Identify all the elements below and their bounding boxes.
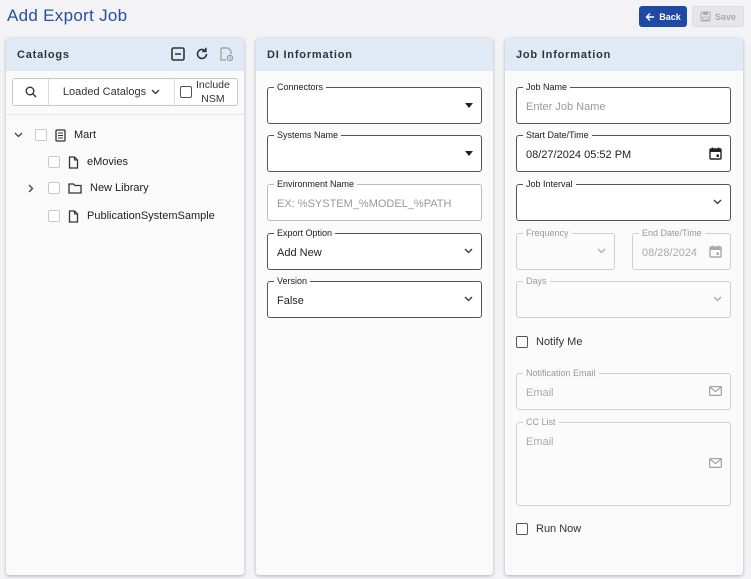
tree-checkbox[interactable]: [48, 210, 60, 222]
tree-item-label: New Library: [90, 182, 149, 194]
loaded-catalogs-label: Loaded Catalogs: [62, 86, 147, 98]
end-datetime-value: 08/28/2024: [642, 247, 698, 259]
frequency-select[interactable]: Frequency: [516, 227, 615, 270]
run-now-checkbox[interactable]: [516, 523, 528, 535]
chevron-down-icon: [464, 248, 473, 254]
loaded-catalogs-dropdown[interactable]: Loaded Catalogs: [49, 79, 175, 105]
calendar-icon[interactable]: [709, 147, 722, 160]
file-icon: [68, 209, 79, 223]
tree-item-publication-system-sample[interactable]: PublicationSystemSample: [48, 208, 215, 224]
run-now-label: Run Now: [536, 523, 582, 535]
run-now-toggle[interactable]: Run Now: [516, 523, 581, 535]
export-option-label: Export Option: [274, 227, 336, 239]
tree-item-label: eMovies: [87, 156, 128, 168]
di-information-header: DI Information: [256, 38, 493, 71]
job-information-header: Job Information: [505, 38, 743, 71]
job-interval-select[interactable]: Job Interval: [516, 178, 731, 221]
save-icon: [700, 11, 711, 22]
notification-email-label: Notification Email: [523, 367, 599, 379]
page-title: Add Export Job: [7, 6, 128, 25]
chevron-down-icon: [597, 248, 606, 254]
arrow-left-icon: [645, 12, 655, 21]
mail-icon: [709, 386, 722, 396]
start-datetime-value: 08/27/2024 05:52 PM: [526, 149, 632, 161]
cc-list-placeholder: Email: [526, 436, 554, 448]
chevron-down-icon: [151, 89, 160, 95]
notify-me-label: Notify Me: [536, 336, 583, 348]
tree-item-mart[interactable]: Mart: [14, 127, 96, 143]
refresh-icon[interactable]: [194, 46, 210, 62]
job-information-panel: Job Information Job Name Enter Job Name …: [505, 38, 743, 575]
version-select[interactable]: Version False: [267, 275, 482, 318]
tree-checkbox[interactable]: [48, 182, 60, 194]
version-value: False: [277, 295, 304, 307]
notify-me-checkbox[interactable]: [516, 336, 528, 348]
end-datetime-input[interactable]: End Date/Time 08/28/2024: [632, 227, 731, 270]
catalogs-title: Catalogs: [17, 48, 70, 61]
chevron-down-icon[interactable]: [14, 132, 23, 138]
tree-checkbox[interactable]: [35, 129, 47, 141]
document-icon: [55, 128, 66, 142]
export-option-select[interactable]: Export Option Add New: [267, 227, 482, 270]
job-information-title: Job Information: [516, 48, 612, 61]
catalogs-panel: Catalogs Loaded Catalogs Include NSM Mar…: [6, 38, 244, 575]
tree-item-emovies[interactable]: eMovies: [48, 154, 128, 170]
job-name-label: Job Name: [523, 81, 571, 93]
include-nsm-label: Include NSM: [196, 79, 230, 105]
job-interval-label: Job Interval: [523, 178, 576, 190]
catalog-settings-icon[interactable]: [218, 46, 234, 62]
tree-item-new-library[interactable]: New Library: [28, 180, 149, 196]
notification-email-placeholder: Email: [526, 387, 554, 399]
notification-email-input[interactable]: Notification Email Email: [516, 367, 731, 410]
search-icon: [25, 86, 36, 98]
mail-icon: [709, 458, 722, 468]
di-information-title: DI Information: [267, 48, 353, 61]
collapse-all-icon[interactable]: [170, 46, 186, 62]
file-icon: [68, 155, 79, 169]
catalog-divider: [6, 114, 244, 115]
job-name-input[interactable]: Job Name Enter Job Name: [516, 81, 731, 124]
connectors-select[interactable]: Connectors: [267, 81, 482, 124]
version-label: Version: [274, 275, 311, 287]
end-datetime-label: End Date/Time: [639, 227, 705, 239]
cc-list-input[interactable]: CC List Email: [516, 416, 731, 506]
save-button[interactable]: Save: [692, 6, 744, 27]
cc-list-label: CC List: [523, 416, 559, 428]
tree-item-label: Mart: [74, 129, 96, 141]
chevron-down-icon: [713, 296, 722, 302]
tree-checkbox[interactable]: [48, 156, 60, 168]
chevron-down-icon: [464, 296, 473, 302]
notify-me-toggle[interactable]: Notify Me: [516, 336, 582, 348]
search-button[interactable]: [13, 79, 49, 105]
caret-down-icon: [465, 103, 473, 108]
systems-name-label: Systems Name: [274, 129, 342, 141]
caret-down-icon: [465, 151, 473, 156]
start-datetime-input[interactable]: Start Date/Time 08/27/2024 05:52 PM: [516, 129, 731, 172]
frequency-label: Frequency: [523, 227, 572, 239]
save-button-label: Save: [714, 11, 737, 22]
days-select[interactable]: Days: [516, 275, 731, 318]
days-label: Days: [523, 275, 550, 287]
include-nsm-checkbox[interactable]: [180, 86, 192, 98]
connectors-label: Connectors: [274, 81, 327, 93]
environment-name-input[interactable]: Environment Name EX: %SYSTEM_%MODEL_%PAT…: [267, 178, 482, 221]
calendar-icon[interactable]: [709, 245, 722, 258]
include-nsm-toggle[interactable]: Include NSM: [175, 79, 237, 105]
folder-icon: [68, 183, 82, 194]
back-button[interactable]: Back: [639, 6, 687, 27]
environment-name-placeholder: EX: %SYSTEM_%MODEL_%PATH: [277, 198, 452, 210]
job-name-placeholder: Enter Job Name: [526, 101, 606, 113]
di-information-panel: DI Information Connectors Systems Name E…: [256, 38, 493, 575]
tree-item-label: PublicationSystemSample: [87, 210, 215, 222]
export-option-value: Add New: [277, 247, 322, 259]
start-datetime-label: Start Date/Time: [523, 129, 592, 141]
back-button-label: Back: [659, 11, 681, 22]
chevron-down-icon: [713, 199, 722, 205]
systems-name-select[interactable]: Systems Name: [267, 129, 482, 172]
catalog-filter-bar: Loaded Catalogs Include NSM: [12, 78, 238, 106]
environment-name-label: Environment Name: [274, 178, 358, 190]
chevron-right-icon[interactable]: [28, 184, 34, 193]
